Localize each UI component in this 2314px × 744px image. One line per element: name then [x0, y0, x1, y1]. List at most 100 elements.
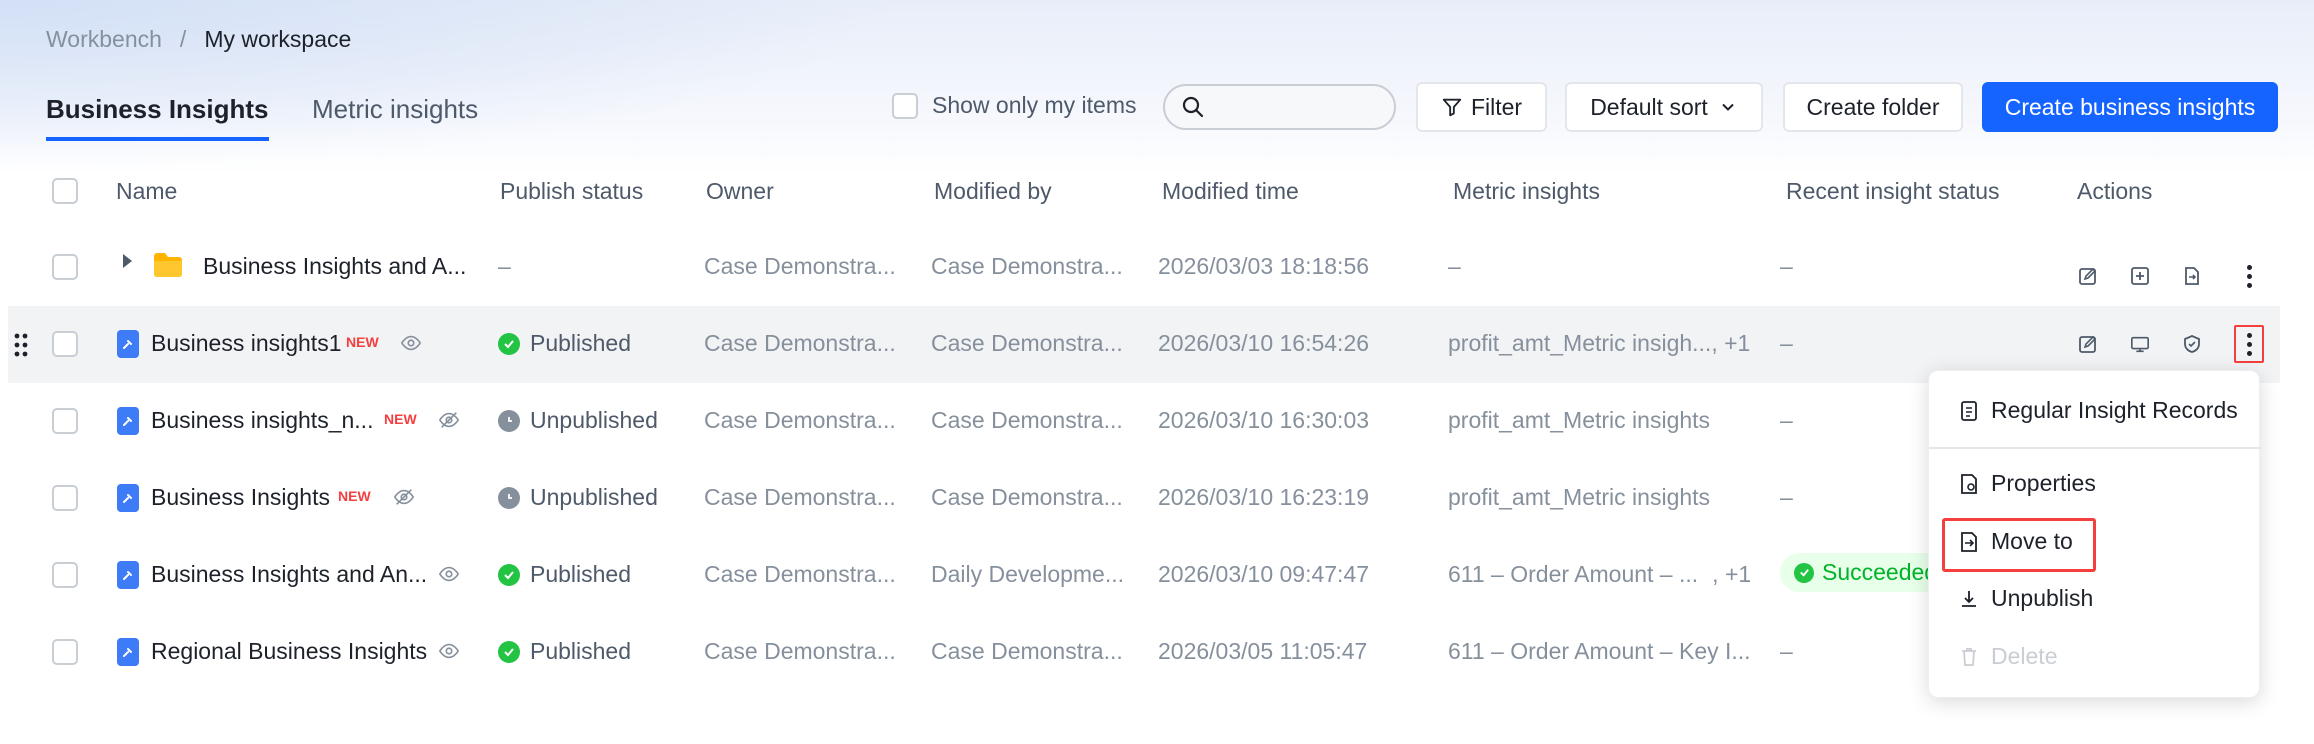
properties-icon [1961, 473, 1977, 494]
published-check-icon [498, 332, 520, 355]
row-metric[interactable]: 611 – Order Amount – Key I... [1448, 638, 1751, 665]
insight-doc-icon [117, 330, 139, 358]
row-checkbox[interactable] [52, 254, 78, 280]
row-metric[interactable]: 611 – Order Amount – ... [1448, 561, 1698, 588]
tab-business-insights[interactable]: Business Insights [46, 94, 269, 141]
menu-label-properties: Properties [1991, 470, 2096, 496]
row-modified-by: Case Demonstra... [931, 330, 1123, 356]
filter-button[interactable]: Filter [1416, 82, 1547, 132]
table-row[interactable]: Business Insights and A... – Case Demons… [8, 229, 2280, 306]
unpublished-clock-icon [498, 409, 520, 432]
row-owner: Case Demonstra... [704, 484, 896, 510]
tab-metric-insights[interactable]: Metric insights [312, 94, 478, 140]
hidden-eye-icon[interactable] [438, 409, 460, 431]
row-checkbox[interactable] [52, 639, 78, 665]
row-modified-by: Case Demonstra... [931, 407, 1123, 433]
row-metric[interactable]: profit_amt_Metric insights [1448, 484, 1710, 511]
visible-eye-icon[interactable] [438, 640, 460, 662]
row-metric[interactable]: profit_amt_Metric insigh... [1448, 330, 1711, 357]
folder-icon [154, 253, 182, 277]
add-icon[interactable] [2130, 266, 2150, 286]
row-name[interactable]: Business insights_n... [151, 407, 373, 434]
search-icon [1182, 96, 1204, 118]
hidden-eye-icon[interactable] [393, 486, 415, 508]
menu-label-move-to: Move to [1991, 528, 2073, 554]
column-header-modified-by: Modified by [934, 177, 1052, 204]
menu-item-move-to[interactable]: Move to [1959, 528, 2073, 555]
row-name[interactable]: Business Insights [151, 484, 330, 511]
succeeded-badge: Succeeded [1780, 553, 1952, 592]
edit-icon[interactable] [2078, 266, 2098, 286]
published-check-icon [498, 563, 520, 586]
row-recent-status: – [1780, 330, 1793, 356]
row-recent-status: – [1780, 407, 1793, 433]
monitor-icon[interactable] [2130, 334, 2150, 354]
row-modified-time: 2026/03/05 11:05:47 [1158, 638, 1368, 664]
more-actions-button[interactable] [2234, 325, 2264, 363]
select-all-checkbox[interactable] [52, 178, 78, 204]
row-modified-time: 2026/03/10 09:47:47 [1158, 561, 1370, 587]
filter-icon [1442, 98, 1462, 117]
column-header-name: Name [116, 177, 178, 204]
menu-label-records: Regular Insight Records [1991, 397, 2238, 423]
filter-label: Filter [1470, 93, 1523, 120]
more-actions-button[interactable] [2234, 257, 2264, 295]
create-folder-button[interactable]: Create folder [1783, 82, 1963, 132]
unpublish-icon [1962, 590, 1976, 607]
row-name[interactable]: Business Insights and An... [151, 561, 427, 588]
row-status: Published [530, 638, 632, 664]
edit-icon[interactable] [2078, 334, 2098, 354]
row-modified-time: 2026/03/10 16:54:26 [1158, 330, 1370, 356]
breadcrumb-workbench[interactable]: Workbench [46, 26, 162, 53]
chevron-down-icon [1722, 103, 1734, 111]
visible-eye-icon[interactable] [438, 563, 460, 585]
search-input[interactable] [1163, 84, 1396, 130]
row-modified-by: Case Demonstra... [931, 638, 1123, 664]
breadcrumb: Workbench / My workspace [46, 26, 351, 53]
move-to-icon [1961, 531, 1977, 552]
row-status: Published [530, 561, 632, 587]
row-status: Unpublished [530, 407, 658, 433]
menu-item-properties[interactable]: Properties [1959, 470, 2096, 497]
row-modified-by: Case Demonstra... [931, 253, 1123, 279]
expand-caret-icon[interactable] [120, 252, 134, 270]
menu-item-delete[interactable]: Delete [1959, 643, 2057, 670]
row-name[interactable]: Regional Business Insights [151, 638, 427, 665]
menu-divider [1929, 447, 2261, 449]
move-icon[interactable] [2182, 266, 2202, 286]
insight-doc-icon [117, 638, 139, 666]
menu-item-regular-insight-records[interactable]: Regular Insight Records [1959, 397, 2238, 424]
row-owner: Case Demonstra... [704, 638, 896, 664]
row-modified-time: 2026/03/10 16:30:03 [1158, 407, 1370, 433]
row-status: Unpublished [530, 484, 658, 510]
breadcrumb-separator: / [179, 26, 187, 52]
row-modified-time: 2026/03/03 18:18:56 [1158, 253, 1370, 279]
row-owner: Case Demonstra... [704, 253, 896, 279]
column-header-owner: Owner [706, 177, 774, 204]
row-checkbox[interactable] [52, 408, 78, 434]
show-only-my-items[interactable]: Show only my items [892, 92, 1137, 119]
drag-handle-icon[interactable] [13, 332, 29, 358]
row-recent-status: Succeeded [1822, 559, 1938, 585]
row-name[interactable]: Business insights1 [151, 330, 342, 357]
column-header-actions: Actions [2077, 177, 2153, 204]
row-owner: Case Demonstra... [704, 561, 896, 587]
row-checkbox[interactable] [52, 485, 78, 511]
visible-eye-icon[interactable] [400, 332, 422, 354]
row-checkbox[interactable] [52, 331, 78, 357]
row-status: – [498, 253, 511, 279]
insight-doc-icon [117, 484, 139, 512]
row-name[interactable]: Business Insights and A... [203, 253, 466, 280]
records-icon [1961, 400, 1977, 421]
row-metric-extra: , +1 [1712, 561, 1752, 587]
row-modified-time: 2026/03/10 16:23:19 [1158, 484, 1370, 510]
row-metric[interactable]: profit_amt_Metric insights [1448, 407, 1710, 434]
menu-item-unpublish[interactable]: Unpublish [1959, 585, 2093, 612]
row-checkbox[interactable] [52, 562, 78, 588]
sort-dropdown[interactable]: Default sort [1565, 82, 1763, 132]
row-modified-by: Case Demonstra... [931, 484, 1123, 510]
show-mine-checkbox[interactable] [892, 92, 918, 119]
shield-icon[interactable] [2182, 334, 2202, 354]
column-header-metric-insights: Metric insights [1453, 177, 1600, 204]
create-business-insights-button[interactable]: Create business insights [1982, 82, 2278, 132]
